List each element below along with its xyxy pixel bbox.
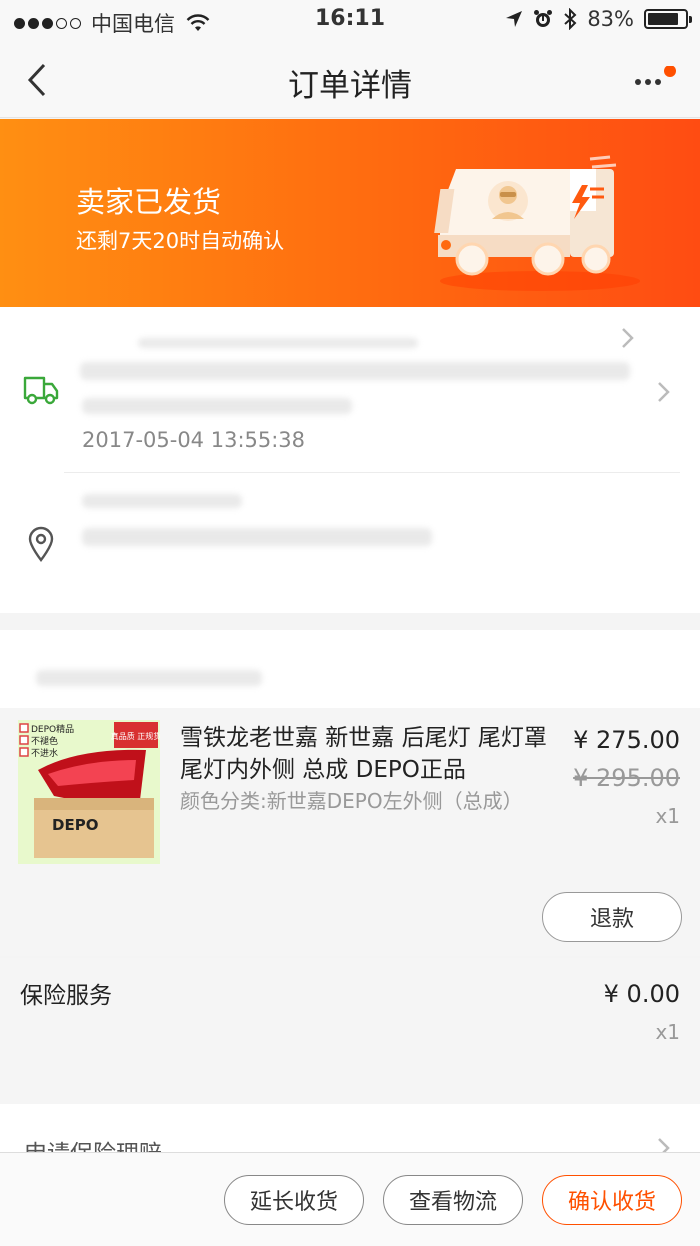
- status-bar: 中国电信 16:11 83%: [0, 0, 700, 40]
- redacted-logistics-text: [80, 362, 630, 380]
- product-sku: 颜色分类:新世嘉DEPO左外侧（总成）: [180, 789, 523, 813]
- redacted-logistics-text: [138, 338, 418, 348]
- product-quantity: x1: [655, 804, 680, 828]
- insurance-price: ¥ 0.00: [603, 980, 680, 1008]
- delivery-truck-illustration: [434, 155, 640, 291]
- badge-text: 不进水: [31, 747, 58, 759]
- nav-bar: 订单详情: [0, 40, 700, 118]
- shipping-status-title: 卖家已发货: [76, 185, 222, 219]
- insurance-claim-row[interactable]: 申请保险理赔: [0, 1104, 700, 1154]
- logistics-update-time: 2017-05-04 13:55:38: [82, 428, 306, 452]
- insurance-quantity: x1: [655, 1020, 680, 1044]
- refund-button[interactable]: 退款: [542, 892, 682, 942]
- more-options-icon[interactable]: [632, 66, 678, 96]
- logistics-truck-icon: [23, 376, 59, 405]
- stamp-text: 真品质 正规货: [111, 731, 160, 741]
- redacted-logistics-text: [82, 398, 352, 414]
- battery-level: [648, 13, 678, 25]
- redacted-address-text: [82, 494, 242, 508]
- product-thumbnail[interactable]: DEPO精品 不褪色 不进水 真品质 正规货 DEPO: [18, 720, 161, 864]
- insurance-label: 保险服务: [20, 983, 112, 1009]
- redacted-shop-name: [36, 670, 262, 686]
- box-text: DEPO: [52, 816, 98, 834]
- product-original-price: ¥ 295.00: [573, 764, 680, 792]
- divider: [64, 472, 680, 473]
- location-pin-icon: [28, 526, 54, 562]
- confirm-receipt-button[interactable]: 确认收货: [542, 1175, 682, 1225]
- bluetooth-icon: [564, 8, 577, 30]
- battery-percent: 83%: [587, 7, 634, 31]
- product-name[interactable]: 雪铁龙老世嘉 新世嘉 后尾灯 尾灯罩 尾灯内外侧 总成 DEPO正品: [180, 722, 550, 786]
- product-price: ¥ 275.00: [573, 726, 680, 754]
- chevron-right-icon[interactable]: [620, 326, 636, 350]
- tail-light-image: DEPO精品 不褪色 不进水 真品质 正规货 DEPO: [19, 722, 161, 858]
- shipping-status-banner: 卖家已发货 还剩7天20时自动确认: [0, 119, 700, 307]
- chevron-right-icon[interactable]: [656, 380, 672, 404]
- shop-header[interactable]: [0, 630, 700, 708]
- badge-text: 不褪色: [31, 735, 58, 747]
- extend-receipt-button[interactable]: 延长收货: [224, 1175, 364, 1225]
- auto-confirm-countdown: 还剩7天20时自动确认: [76, 229, 285, 253]
- view-logistics-button[interactable]: 查看物流: [383, 1175, 523, 1225]
- badge-text: DEPO精品: [31, 723, 74, 735]
- redacted-address-text: [82, 528, 432, 546]
- logistics-address-card[interactable]: [0, 307, 700, 613]
- battery-icon: [644, 9, 692, 29]
- bottom-action-bar: 延长收货 查看物流 确认收货: [0, 1152, 700, 1246]
- insurance-claim-label: 申请保险理赔: [24, 1141, 162, 1154]
- location-arrow-icon: [506, 11, 523, 27]
- alarm-icon: [534, 10, 553, 27]
- page-title: 订单详情: [288, 68, 412, 104]
- notification-dot: [664, 66, 676, 77]
- status-right: 83%: [505, 7, 692, 31]
